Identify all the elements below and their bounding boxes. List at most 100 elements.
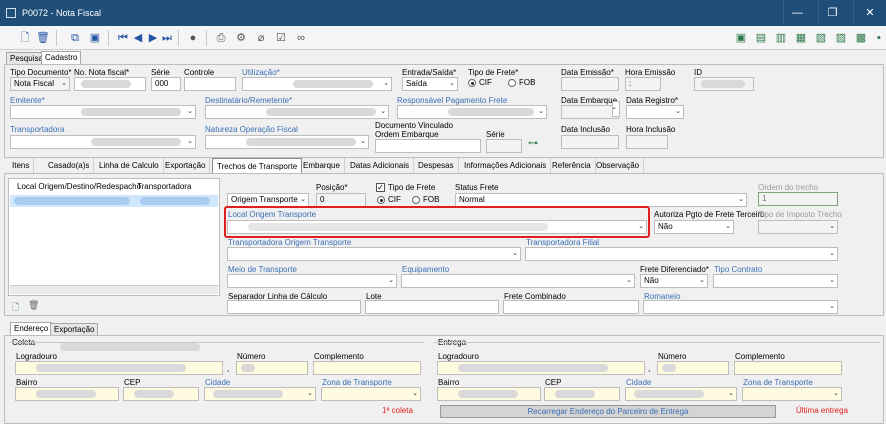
utilizacao-select[interactable]: ⌄: [242, 77, 392, 91]
frete-diferenciado-select[interactable]: Não ⌄: [640, 274, 708, 288]
copy-icon[interactable]: ⧉: [68, 31, 82, 45]
tab-informacoes-adicionais[interactable]: Informações Adicionais: [460, 158, 552, 173]
coleta-numero-input[interactable]: [236, 361, 308, 375]
frete-combinado-input[interactable]: [503, 300, 639, 314]
tool-a-icon[interactable]: ▣: [734, 31, 748, 45]
data-emissao-input[interactable]: [561, 77, 619, 91]
list-item[interactable]: [10, 195, 218, 207]
numero-nf-input[interactable]: [74, 77, 146, 91]
tipo-frete-checkbox[interactable]: ✓: [376, 183, 385, 192]
coleta-logradouro-input[interactable]: [15, 361, 223, 375]
tool-b-icon[interactable]: ▤: [754, 31, 768, 45]
entrega-cep-input[interactable]: [544, 387, 620, 401]
tool-g-icon[interactable]: ▩: [854, 31, 868, 45]
coleta-complemento-input[interactable]: [313, 361, 421, 375]
lote-input[interactable]: [365, 300, 499, 314]
coleta-bairro-input[interactable]: [15, 387, 119, 401]
trecho-fob-radio[interactable]: [412, 196, 420, 204]
tab-casados[interactable]: Casado(a)s: [44, 158, 95, 173]
transp-origem-select[interactable]: ⌄: [227, 247, 521, 261]
entrega-logradouro-input[interactable]: [437, 361, 645, 375]
entrega-numero-input[interactable]: [657, 361, 729, 375]
next-record-icon[interactable]: ▶: [146, 31, 160, 45]
tool-f-icon[interactable]: ▨: [834, 31, 848, 45]
tab-linha-calculo[interactable]: Linha de Calculo: [95, 158, 164, 173]
tipo-contrato-select[interactable]: ⌄: [713, 274, 838, 288]
data-embarque-input[interactable]: [561, 105, 619, 119]
serie-input[interactable]: 000: [151, 77, 181, 91]
transp-filial-select[interactable]: ⌄: [525, 247, 838, 261]
coleta-cep-input[interactable]: [123, 387, 199, 401]
controle-input[interactable]: [184, 77, 236, 91]
tool-c-icon[interactable]: ▥: [774, 31, 788, 45]
previous-record-icon[interactable]: ◀: [131, 31, 145, 45]
last-record-icon[interactable]: ⏭: [160, 31, 174, 45]
delete-icon[interactable]: 🗑: [36, 31, 50, 45]
new-icon[interactable]: 🗋: [18, 31, 32, 45]
tool-h-icon[interactable]: ▪: [872, 31, 886, 45]
trechos-list[interactable]: Local Origem/Destino/Redespacho Transpor…: [8, 178, 220, 296]
fob-radio[interactable]: [508, 79, 516, 87]
delete-trecho-icon[interactable]: 🗑: [28, 300, 39, 311]
tipo-documento-select[interactable]: Nota Fiscal ⌄: [10, 77, 70, 91]
natureza-operacao-select[interactable]: ⌄: [205, 135, 369, 149]
entrega-complemento-input[interactable]: [734, 361, 842, 375]
restore-button[interactable]: ❐: [818, 0, 846, 26]
trecho-cif-radio[interactable]: [377, 196, 385, 204]
doc-serie-input[interactable]: [486, 139, 522, 153]
emitente-select[interactable]: ⌄: [10, 105, 196, 119]
tab-exportacao[interactable]: Exportação: [161, 158, 211, 173]
tab-referencia[interactable]: Referência: [548, 158, 596, 173]
entrada-saida-select[interactable]: Saída ⌄: [402, 77, 458, 91]
settings-icon[interactable]: ⚙: [234, 31, 248, 45]
autoriza-pgto-select[interactable]: Não ⌄: [654, 220, 734, 234]
tab-observacao[interactable]: Observação: [592, 158, 645, 173]
cif-radio[interactable]: [468, 79, 476, 87]
approve-icon[interactable]: ☑: [274, 31, 288, 45]
tab-trechos-transporte[interactable]: Trechos de Transporte: [212, 158, 303, 173]
tool-e-icon[interactable]: ▧: [814, 31, 828, 45]
status-frete-select[interactable]: Normal ⌄: [455, 193, 747, 207]
separador-input[interactable]: [227, 300, 361, 314]
transportadora-select[interactable]: ⌄: [10, 135, 196, 149]
tipo-local-select[interactable]: Origem Transporte ⌄: [227, 193, 309, 207]
save-icon[interactable]: ▣: [88, 31, 102, 45]
ordem-embarque-input[interactable]: [375, 139, 481, 153]
trecho-cif-label: CIF: [388, 195, 401, 204]
responsavel-frete-select[interactable]: ⌄: [397, 105, 547, 119]
meio-transporte-select[interactable]: ⌄: [227, 274, 397, 288]
tab-endereco[interactable]: Endereço: [10, 322, 53, 335]
entrega-bairro-input[interactable]: [437, 387, 541, 401]
romaneio-select[interactable]: ⌄: [643, 300, 838, 314]
data-embarque-label: Data Embarque: [561, 96, 618, 105]
close-button[interactable]: ✕: [853, 0, 886, 26]
destinatario-label: Destinatário/Remetente*: [205, 96, 293, 105]
tool-d-icon[interactable]: ▦: [794, 31, 808, 45]
coleta-zona-select[interactable]: ⌄: [321, 387, 421, 401]
first-record-icon[interactable]: ⏮: [116, 31, 130, 45]
key-icon[interactable]: ⊶: [528, 138, 538, 149]
list-scrollbar[interactable]: [10, 285, 218, 294]
coleta-cidade-select[interactable]: ⌄: [204, 387, 316, 401]
tab-itens[interactable]: Itens: [8, 158, 35, 173]
data-registro-input[interactable]: ⌄: [626, 105, 684, 119]
link-icon[interactable]: ∞: [294, 31, 308, 45]
tab-embarque[interactable]: Embarque: [299, 158, 345, 173]
tab-datas-adicionais[interactable]: Datas Adicionais: [346, 158, 415, 173]
print-icon[interactable]: ⎙: [214, 31, 228, 45]
recarregar-endereco-button[interactable]: Recarregar Endereço do Parceiro de Entre…: [440, 405, 776, 418]
data-embarque-dropdown[interactable]: ⌄: [612, 101, 620, 117]
hora-emissao-input[interactable]: :: [625, 77, 661, 91]
destinatario-select[interactable]: ⌄: [205, 105, 389, 119]
local-origem-select[interactable]: ⌄: [227, 220, 647, 234]
minimize-button[interactable]: —: [783, 0, 811, 26]
attach-icon[interactable]: ⌀: [254, 31, 268, 45]
entrega-cidade-select[interactable]: ⌄: [625, 387, 737, 401]
add-trecho-icon[interactable]: 🗋: [12, 300, 19, 316]
process-icon[interactable]: ●: [186, 31, 200, 45]
tab-cadastro[interactable]: Cadastro: [41, 51, 82, 65]
posicao-input[interactable]: 0: [316, 193, 366, 207]
entrega-zona-select[interactable]: ⌄: [742, 387, 842, 401]
tab-despesas[interactable]: Despesas: [414, 158, 459, 173]
equipamento-select[interactable]: ⌄: [401, 274, 635, 288]
